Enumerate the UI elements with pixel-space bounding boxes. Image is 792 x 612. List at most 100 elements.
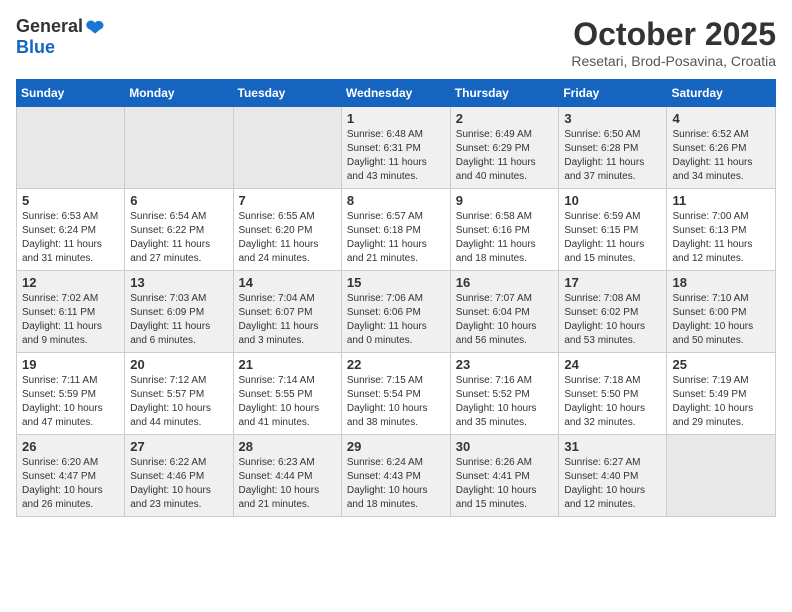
day-number: 13 bbox=[130, 275, 227, 290]
weekday-header: Wednesday bbox=[341, 80, 450, 107]
calendar-day-cell bbox=[233, 107, 341, 189]
day-info: Sunrise: 6:22 AMSunset: 4:46 PMDaylight:… bbox=[130, 456, 227, 512]
day-info: Sunrise: 7:11 AMSunset: 5:59 PMDaylight:… bbox=[22, 374, 119, 430]
day-number: 30 bbox=[456, 439, 554, 454]
calendar-week-row: 26 Sunrise: 6:20 AMSunset: 4:47 PMDayligh… bbox=[17, 435, 776, 517]
day-number: 16 bbox=[456, 275, 554, 290]
day-info: Sunrise: 7:03 AMSunset: 6:09 PMDaylight:… bbox=[130, 292, 227, 348]
day-number: 3 bbox=[564, 111, 661, 126]
calendar-day-cell: 28 Sunrise: 6:23 AMSunset: 4:44 PMDayligh… bbox=[233, 435, 341, 517]
day-info: Sunrise: 6:57 AMSunset: 6:18 PMDaylight:… bbox=[347, 210, 445, 266]
day-info: Sunrise: 6:26 AMSunset: 4:41 PMDaylight:… bbox=[456, 456, 554, 512]
day-number: 11 bbox=[672, 193, 770, 208]
day-number: 4 bbox=[672, 111, 770, 126]
weekday-header: Saturday bbox=[667, 80, 776, 107]
day-info: Sunrise: 7:08 AMSunset: 6:02 PMDaylight:… bbox=[564, 292, 661, 348]
calendar-day-cell: 18 Sunrise: 7:10 AMSunset: 6:00 PMDayligh… bbox=[667, 271, 776, 353]
calendar-day-cell: 16Sunrise: 7:07 AMSunset: 6:04 PMDayligh… bbox=[450, 271, 559, 353]
day-info: Sunrise: 6:58 AMSunset: 6:16 PMDaylight:… bbox=[456, 210, 554, 266]
day-info: Sunrise: 6:52 AMSunset: 6:26 PMDaylight:… bbox=[672, 128, 770, 184]
weekday-header: Monday bbox=[125, 80, 233, 107]
calendar-day-cell: 3Sunrise: 6:50 AMSunset: 6:28 PMDaylight… bbox=[559, 107, 667, 189]
calendar-day-cell: 21Sunrise: 7:14 AMSunset: 5:55 PMDayligh… bbox=[233, 353, 341, 435]
calendar-day-cell: 20 Sunrise: 7:12 AMSunset: 5:57 PMDayligh… bbox=[125, 353, 233, 435]
day-number: 23 bbox=[456, 357, 554, 372]
day-info: Sunrise: 7:00 AMSunset: 6:13 PMDaylight:… bbox=[672, 210, 770, 266]
calendar-day-cell: 13 Sunrise: 7:03 AMSunset: 6:09 PMDayligh… bbox=[125, 271, 233, 353]
calendar-day-cell bbox=[667, 435, 776, 517]
logo: General Blue bbox=[16, 16, 105, 58]
calendar-week-row: 19 Sunrise: 7:11 AMSunset: 5:59 PMDayligh… bbox=[17, 353, 776, 435]
calendar-day-cell: 19 Sunrise: 7:11 AMSunset: 5:59 PMDayligh… bbox=[17, 353, 125, 435]
calendar-table: SundayMondayTuesdayWednesdayThursdayFrid… bbox=[16, 79, 776, 517]
day-info: Sunrise: 6:49 AMSunset: 6:29 PMDaylight:… bbox=[456, 128, 554, 184]
calendar-day-cell: 4 Sunrise: 6:52 AMSunset: 6:26 PMDaylight… bbox=[667, 107, 776, 189]
calendar-day-cell: 25 Sunrise: 7:19 AMSunset: 5:49 PMDayligh… bbox=[667, 353, 776, 435]
day-number: 10 bbox=[564, 193, 661, 208]
calendar-day-cell: 7Sunrise: 6:55 AMSunset: 6:20 PMDaylight… bbox=[233, 189, 341, 271]
day-info: Sunrise: 7:10 AMSunset: 6:00 PMDaylight:… bbox=[672, 292, 770, 348]
day-number: 27 bbox=[130, 439, 227, 454]
day-number: 8 bbox=[347, 193, 445, 208]
day-number: 28 bbox=[239, 439, 336, 454]
day-info: Sunrise: 7:06 AMSunset: 6:06 PMDaylight:… bbox=[347, 292, 445, 348]
calendar-day-cell: 6 Sunrise: 6:54 AMSunset: 6:22 PMDaylight… bbox=[125, 189, 233, 271]
day-info: Sunrise: 7:19 AMSunset: 5:49 PMDaylight:… bbox=[672, 374, 770, 430]
day-number: 9 bbox=[456, 193, 554, 208]
day-info: Sunrise: 6:53 AMSunset: 6:24 PMDaylight:… bbox=[22, 210, 119, 266]
logo-bird-icon bbox=[85, 17, 105, 37]
day-number: 31 bbox=[564, 439, 661, 454]
day-number: 5 bbox=[22, 193, 119, 208]
calendar-day-cell: 29 Sunrise: 6:24 AMSunset: 4:43 PMDayligh… bbox=[341, 435, 450, 517]
day-number: 2 bbox=[456, 111, 554, 126]
weekday-header: Sunday bbox=[17, 80, 125, 107]
day-number: 15 bbox=[347, 275, 445, 290]
calendar-day-cell: 1 Sunrise: 6:48 AMSunset: 6:31 PMDaylight… bbox=[341, 107, 450, 189]
calendar-day-cell: 8 Sunrise: 6:57 AMSunset: 6:18 PMDaylight… bbox=[341, 189, 450, 271]
day-info: Sunrise: 6:59 AMSunset: 6:15 PMDaylight:… bbox=[564, 210, 661, 266]
calendar-week-row: 12 Sunrise: 7:02 AMSunset: 6:11 PMDayligh… bbox=[17, 271, 776, 353]
day-number: 1 bbox=[347, 111, 445, 126]
day-info: Sunrise: 7:15 AMSunset: 5:54 PMDaylight:… bbox=[347, 374, 445, 430]
day-info: Sunrise: 6:48 AMSunset: 6:31 PMDaylight:… bbox=[347, 128, 445, 184]
day-info: Sunrise: 7:02 AMSunset: 6:11 PMDaylight:… bbox=[22, 292, 119, 348]
calendar-day-cell: 23 Sunrise: 7:16 AMSunset: 5:52 PMDayligh… bbox=[450, 353, 559, 435]
weekday-header: Tuesday bbox=[233, 80, 341, 107]
day-number: 19 bbox=[22, 357, 119, 372]
day-info: Sunrise: 6:24 AMSunset: 4:43 PMDaylight:… bbox=[347, 456, 445, 512]
calendar-day-cell: 17 Sunrise: 7:08 AMSunset: 6:02 PMDayligh… bbox=[559, 271, 667, 353]
calendar-week-row: 5 Sunrise: 6:53 AMSunset: 6:24 PMDaylight… bbox=[17, 189, 776, 271]
calendar-day-cell: 15 Sunrise: 7:06 AMSunset: 6:06 PMDayligh… bbox=[341, 271, 450, 353]
calendar-day-cell: 10 Sunrise: 6:59 AMSunset: 6:15 PMDayligh… bbox=[559, 189, 667, 271]
calendar-day-cell: 31 Sunrise: 6:27 AMSunset: 4:40 PMDayligh… bbox=[559, 435, 667, 517]
day-number: 26 bbox=[22, 439, 119, 454]
calendar-day-cell: 26 Sunrise: 6:20 AMSunset: 4:47 PMDayligh… bbox=[17, 435, 125, 517]
day-number: 17 bbox=[564, 275, 661, 290]
calendar-day-cell: 12 Sunrise: 7:02 AMSunset: 6:11 PMDayligh… bbox=[17, 271, 125, 353]
day-number: 12 bbox=[22, 275, 119, 290]
calendar-day-cell bbox=[17, 107, 125, 189]
day-number: 25 bbox=[672, 357, 770, 372]
day-number: 21 bbox=[239, 357, 336, 372]
weekday-header: Friday bbox=[559, 80, 667, 107]
day-info: Sunrise: 6:23 AMSunset: 4:44 PMDaylight:… bbox=[239, 456, 336, 512]
day-info: Sunrise: 6:27 AMSunset: 4:40 PMDaylight:… bbox=[564, 456, 661, 512]
day-info: Sunrise: 6:54 AMSunset: 6:22 PMDaylight:… bbox=[130, 210, 227, 266]
day-info: Sunrise: 6:20 AMSunset: 4:47 PMDaylight:… bbox=[22, 456, 119, 512]
weekday-header-row: SundayMondayTuesdayWednesdayThursdayFrid… bbox=[17, 80, 776, 107]
logo-blue-text: Blue bbox=[16, 37, 55, 58]
calendar-day-cell: 2 Sunrise: 6:49 AMSunset: 6:29 PMDaylight… bbox=[450, 107, 559, 189]
day-info: Sunrise: 7:04 AMSunset: 6:07 PMDaylight:… bbox=[239, 292, 336, 348]
day-info: Sunrise: 7:16 AMSunset: 5:52 PMDaylight:… bbox=[456, 374, 554, 430]
calendar-day-cell: 11 Sunrise: 7:00 AMSunset: 6:13 PMDayligh… bbox=[667, 189, 776, 271]
day-number: 20 bbox=[130, 357, 227, 372]
calendar-day-cell: 14Sunrise: 7:04 AMSunset: 6:07 PMDayligh… bbox=[233, 271, 341, 353]
logo-general-text: General bbox=[16, 16, 83, 37]
weekday-header: Thursday bbox=[450, 80, 559, 107]
day-info: Sunrise: 7:12 AMSunset: 5:57 PMDaylight:… bbox=[130, 374, 227, 430]
day-number: 6 bbox=[130, 193, 227, 208]
day-number: 29 bbox=[347, 439, 445, 454]
day-number: 18 bbox=[672, 275, 770, 290]
calendar-day-cell: 27 Sunrise: 6:22 AMSunset: 4:46 PMDayligh… bbox=[125, 435, 233, 517]
day-number: 22 bbox=[347, 357, 445, 372]
